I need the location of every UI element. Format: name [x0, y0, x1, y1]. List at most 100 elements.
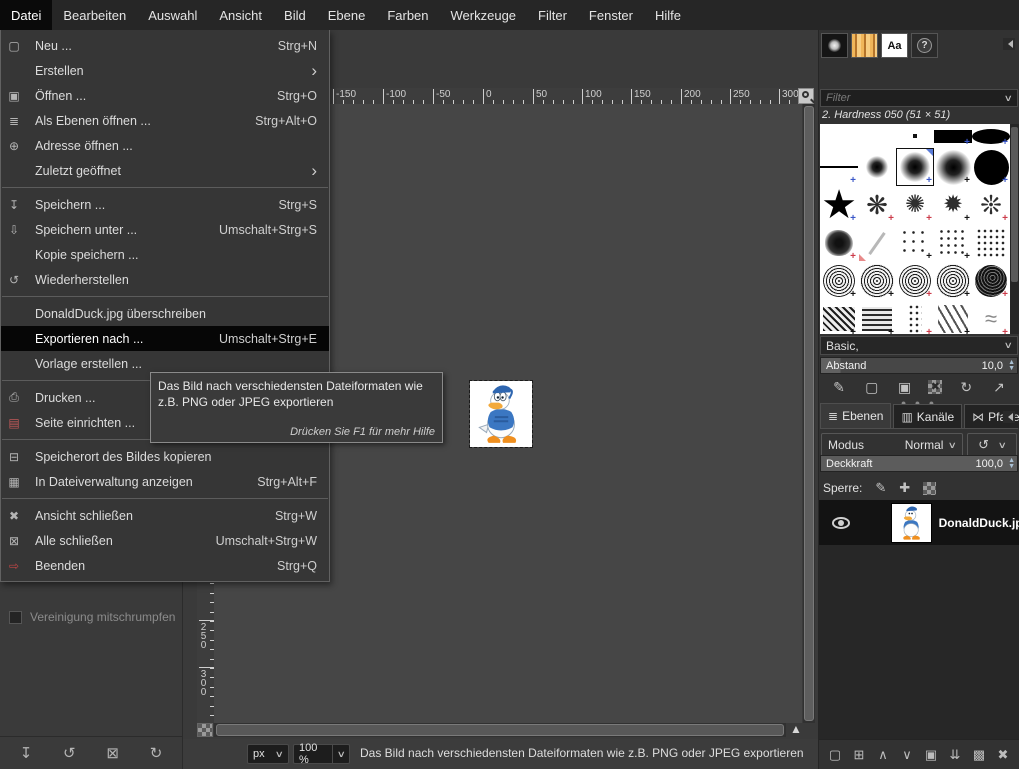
brush-cell[interactable]: [972, 224, 1010, 262]
tab-layers[interactable]: ≣ Ebenen: [820, 403, 892, 428]
menu-item-new[interactable]: ▢ Neu ... Strg+N: [1, 33, 329, 58]
lock-pixels-icon[interactable]: ✎: [875, 480, 886, 496]
navigation-preview-button[interactable]: ▲: [788, 722, 804, 737]
menu-item-open-as-layers[interactable]: ≣ Als Ebenen öffnen ... Strg+Alt+O: [1, 108, 329, 133]
layer-visibility-eye-icon[interactable]: [832, 516, 851, 529]
brush-cell[interactable]: +: [896, 224, 934, 262]
menu-item-save-copy[interactable]: Kopie speichern ...: [1, 242, 329, 267]
donald-duck-image[interactable]: [469, 380, 533, 448]
brush-cell[interactable]: +: [934, 224, 972, 262]
layers-panel-menu-button[interactable]: [1003, 411, 1015, 423]
menu-item-revert[interactable]: ↺ Wiederherstellen: [1, 267, 329, 292]
fonts-tab[interactable]: Aa: [881, 33, 908, 58]
lock-alpha-icon[interactable]: [923, 481, 937, 495]
menu-item-close-all[interactable]: ⊠ Alle schließen Umschalt+Strg+W: [1, 528, 329, 553]
menubar-item-ebene[interactable]: Ebene: [317, 0, 377, 30]
menubar-item-farben[interactable]: Farben: [376, 0, 439, 30]
tool-option-shrink-merged[interactable]: Vereinigung mitschrumpfen: [9, 610, 175, 624]
menubar-item-bearbeiten[interactable]: Bearbeiten: [52, 0, 137, 30]
brush-cell-selected[interactable]: +: [896, 148, 934, 186]
brush-spacing-slider[interactable]: Abstand 10,0 ▲ ▼: [820, 357, 1018, 374]
menu-item-overwrite[interactable]: DonaldDuck.jpg überschreiben: [1, 301, 329, 326]
zoom-follow-window-button[interactable]: [798, 88, 814, 104]
brush-cell[interactable]: +: [934, 124, 972, 148]
brush-cell[interactable]: +: [820, 224, 858, 262]
brush-cell[interactable]: +: [820, 148, 858, 186]
brush-cell[interactable]: +: [858, 262, 896, 300]
vertical-scrollbar[interactable]: [803, 104, 815, 723]
menubar-item-bild[interactable]: Bild: [273, 0, 317, 30]
menu-item-export-as[interactable]: Exportieren nach ... Umschalt+Strg+E: [1, 326, 329, 351]
menubar-item-datei[interactable]: Datei: [0, 0, 53, 30]
lock-position-icon[interactable]: ✚: [899, 480, 910, 496]
spinner-arrows-icon[interactable]: ▲ ▼: [1008, 359, 1015, 372]
unit-select[interactable]: px ∨: [247, 744, 289, 764]
menubar-item-ansicht[interactable]: Ansicht: [208, 0, 273, 30]
delete-tool-preset-icon[interactable]: ⊠: [103, 744, 123, 762]
edit-brush-button[interactable]: ✎: [830, 379, 848, 396]
brush-scrollbar-thumb[interactable]: [1011, 127, 1018, 282]
open-brush-as-image-button[interactable]: ↗: [990, 379, 1008, 396]
brush-cell[interactable]: +: [820, 262, 858, 300]
menu-item-open-location[interactable]: ⊕ Adresse öffnen ...: [1, 133, 329, 158]
menu-item-close-view[interactable]: ✖ Ansicht schließen Strg+W: [1, 503, 329, 528]
brush-group-select[interactable]: Basic, ∨: [820, 336, 1018, 355]
brush-cell[interactable]: ≈ +: [972, 300, 1010, 335]
spinner-arrows-icon[interactable]: ▲ ▼: [1008, 457, 1015, 470]
menu-item-copy-image-location[interactable]: ⊟ Speicherort des Bildes kopieren: [1, 444, 329, 469]
brush-cell[interactable]: [820, 124, 858, 148]
brush-cell[interactable]: [858, 124, 896, 148]
brush-cell[interactable]: [858, 224, 896, 262]
brush-cell[interactable]: +: [934, 262, 972, 300]
brush-cell[interactable]: +: [820, 300, 858, 334]
brush-cell[interactable]: ★ +: [820, 186, 858, 224]
layer-row-donaldduck[interactable]: DonaldDuck.jp: [819, 500, 1019, 545]
tab-channels[interactable]: ▥ Kanäle: [893, 404, 963, 428]
checkbox-icon[interactable]: [9, 610, 22, 624]
zoom-select-chevron[interactable]: ∨: [333, 744, 350, 764]
brush-cell[interactable]: +: [972, 262, 1010, 300]
new-layer-group-button[interactable]: ⊞: [850, 747, 868, 763]
quick-mask-toggle[interactable]: [197, 723, 213, 737]
menubar-item-werkzeuge[interactable]: Werkzeuge: [440, 0, 528, 30]
menu-item-open[interactable]: ▣ Öffnen ... Strg+O: [1, 83, 329, 108]
brush-cell[interactable]: ❊ +: [972, 186, 1010, 224]
brush-cell[interactable]: ❋ +: [858, 186, 896, 224]
mode-options-button[interactable]: ↺ ∨: [967, 433, 1017, 457]
refresh-brushes-button[interactable]: ↻: [957, 379, 975, 396]
brush-cell[interactable]: ✺ +: [896, 186, 934, 224]
brush-cell[interactable]: +: [972, 124, 1010, 148]
raise-layer-button[interactable]: ∧: [874, 747, 892, 763]
opacity-slider[interactable]: Deckkraft 100,0 ▲ ▼: [820, 455, 1018, 472]
help-tab[interactable]: ?: [911, 33, 938, 58]
delete-layer-button[interactable]: ✖: [994, 747, 1012, 763]
brush-scrollbar[interactable]: [1010, 124, 1019, 334]
brush-cell[interactable]: +: [934, 300, 972, 334]
patterns-tab[interactable]: [851, 33, 878, 58]
new-layer-button[interactable]: ▢: [826, 747, 844, 763]
brush-grid[interactable]: + + + + + + ★ + ❋ + ✺ + ✹ + ❊ + + + + + + + + + + + + + ≈ +: [820, 124, 1010, 334]
layer-thumbnail[interactable]: [891, 502, 932, 543]
zoom-select[interactable]: 100 %: [293, 742, 333, 766]
merge-down-button[interactable]: ⇊: [946, 747, 964, 763]
duplicate-brush-button[interactable]: ▣: [896, 379, 914, 396]
restore-tool-preset-icon[interactable]: ↺: [59, 744, 79, 762]
menu-item-show-in-file-manager[interactable]: ▦ In Dateiverwaltung anzeigen Strg+Alt+F: [1, 469, 329, 494]
brush-cell[interactable]: ✹ +: [934, 186, 972, 224]
brushes-panel-menu-button[interactable]: [1003, 38, 1015, 50]
menu-item-save-as[interactable]: ⇩ Speichern unter ... Umschalt+Strg+S: [1, 217, 329, 242]
brush-cell[interactable]: +: [858, 300, 896, 334]
menu-item-quit[interactable]: ⇨ Beenden Strg+Q: [1, 553, 329, 578]
horizontal-scrollbar-thumb[interactable]: [216, 724, 784, 736]
brush-cell[interactable]: [896, 124, 934, 148]
menubar-item-auswahl[interactable]: Auswahl: [137, 0, 208, 30]
reset-tool-options-icon[interactable]: ↻: [146, 744, 166, 762]
add-mask-button[interactable]: ▩: [970, 747, 988, 763]
layer-list-empty-area[interactable]: [819, 545, 1019, 739]
duplicate-layer-button[interactable]: ▣: [922, 747, 940, 763]
menu-item-create[interactable]: Erstellen ›: [1, 58, 329, 83]
brush-cell[interactable]: +: [972, 148, 1010, 186]
horizontal-scrollbar[interactable]: [214, 723, 786, 737]
vertical-scrollbar-thumb[interactable]: [804, 106, 814, 721]
brush-cell[interactable]: [858, 148, 896, 186]
